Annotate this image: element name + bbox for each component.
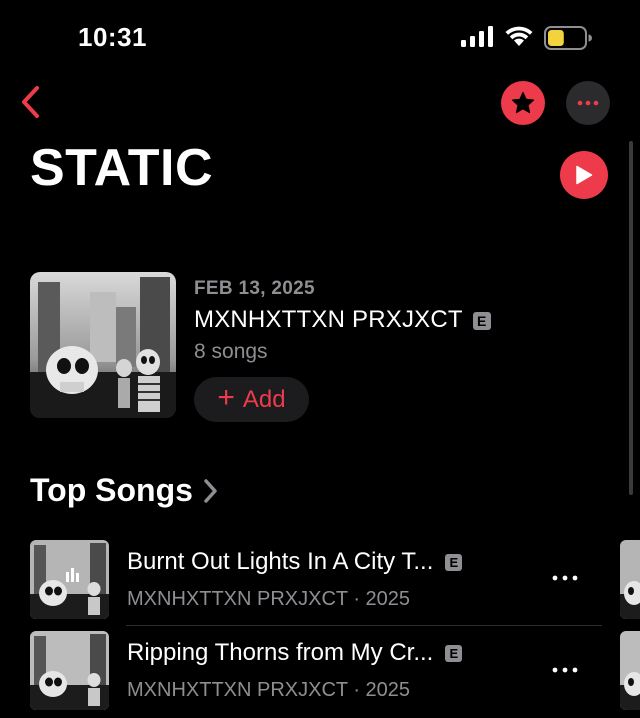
album-artist[interactable]: MXNHXTTXN PRXJXCT E [194, 306, 491, 334]
ellipsis-icon [577, 100, 599, 106]
album-artwork[interactable] [30, 272, 176, 418]
song-title-text[interactable]: Ripping Thorns from My Cr... [127, 639, 433, 666]
wifi-icon [505, 26, 533, 46]
row-divider [126, 625, 602, 626]
next-column-song-artwork[interactable] [620, 540, 640, 619]
scrollbar[interactable] [629, 141, 633, 495]
album-release-date: FEB 13, 2025 [194, 278, 315, 299]
plus-icon: + [217, 381, 235, 414]
battery-level-fill [548, 30, 564, 46]
album-song-count: 8 songs [194, 340, 268, 363]
status-time: 10:31 [78, 22, 147, 52]
section-title: Top Songs [30, 472, 193, 508]
song-title-text[interactable]: Burnt Out Lights In A City T... [127, 548, 433, 575]
song-title[interactable]: Burnt Out Lights In A City T... E [127, 548, 463, 576]
chevron-left-icon[interactable] [18, 84, 44, 120]
play-button[interactable] [560, 151, 608, 199]
chevron-right-icon [204, 478, 217, 503]
song-artwork[interactable] [30, 540, 109, 619]
song-more-icon[interactable] [552, 575, 578, 581]
next-column-song-artwork[interactable] [620, 631, 640, 710]
add-button[interactable]: + Add [194, 377, 309, 422]
song-title[interactable]: Ripping Thorns from My Cr... E [127, 639, 463, 667]
favorite-button[interactable] [501, 81, 545, 125]
song-subtitle: MXNHXTTXN PRXJXCT · 2025 [127, 588, 411, 610]
battery-icon [544, 26, 592, 50]
explicit-badge: E [445, 645, 463, 663]
album-artist-name[interactable]: MXNHXTTXN PRXJXCT [194, 306, 463, 333]
album-cover-image [30, 272, 176, 418]
song-cover-image [30, 540, 109, 619]
top-songs-header[interactable]: Top Songs [30, 472, 219, 509]
cellular-signal-icon [461, 26, 493, 47]
play-icon [576, 165, 593, 185]
song-subtitle: MXNHXTTXN PRXJXCT · 2025 [127, 679, 411, 701]
explicit-badge: E [445, 554, 463, 572]
song-more-icon[interactable] [552, 667, 578, 673]
star-icon [511, 91, 535, 114]
song-artwork[interactable] [30, 631, 109, 710]
explicit-badge: E [472, 311, 491, 330]
add-button-label: Add [242, 385, 286, 413]
page-title: STATIC [30, 139, 214, 197]
more-options-button[interactable] [566, 81, 610, 125]
song-cover-image [30, 631, 109, 710]
